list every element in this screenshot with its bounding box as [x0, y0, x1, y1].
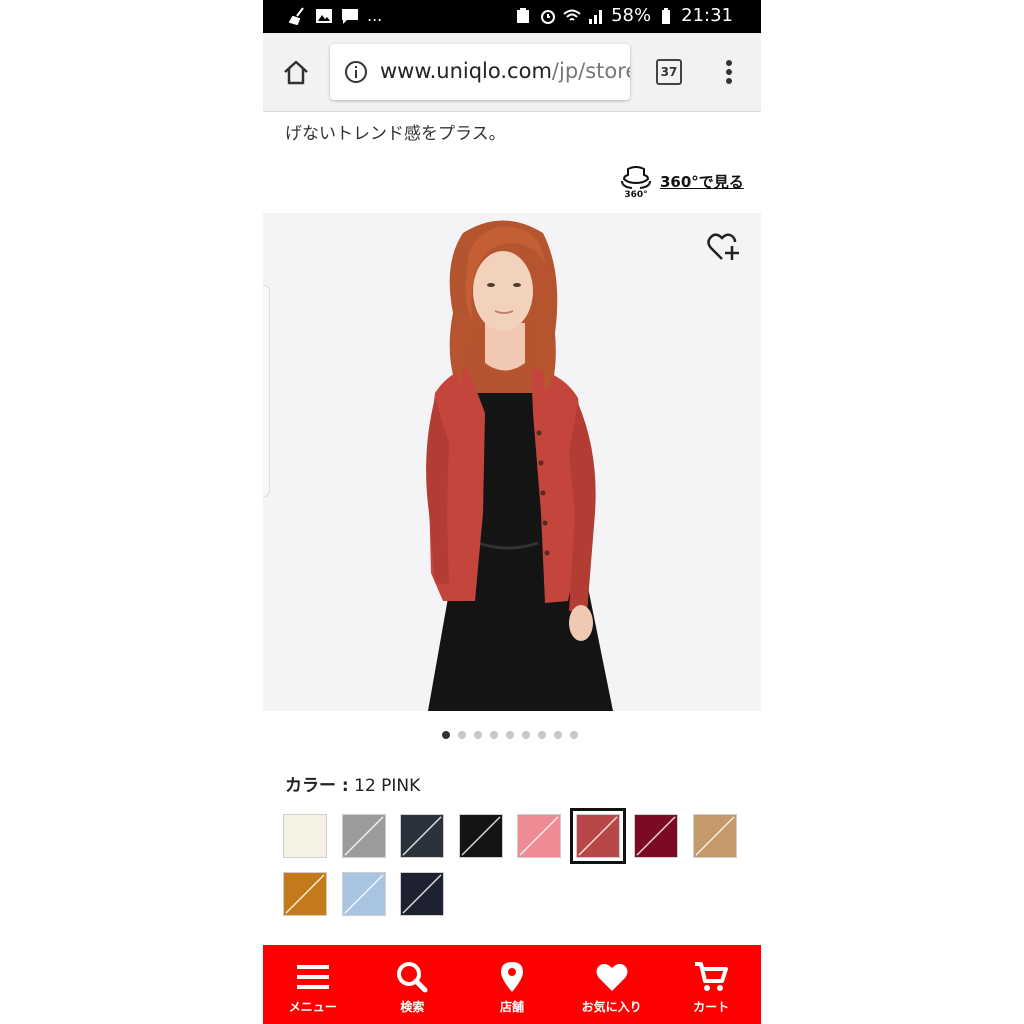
- color-swatch[interactable]: [341, 814, 386, 858]
- swatch-slash: [402, 874, 442, 914]
- nav-menu-label: メニュー: [288, 1000, 337, 1014]
- nav-search-label: 検索: [400, 1000, 425, 1014]
- gallery-dot[interactable]: [570, 731, 578, 739]
- url-domain: www.uniqlo.com: [380, 59, 552, 83]
- view-360-link[interactable]: 360° 360°で見る: [618, 163, 744, 199]
- nav-cart[interactable]: カート: [661, 945, 761, 1024]
- gallery-dot[interactable]: [490, 731, 498, 739]
- status-bar: ... 58% 21:31: [263, 0, 761, 33]
- message-icon: [342, 8, 358, 24]
- alarm-icon: [541, 9, 556, 24]
- nav-search[interactable]: 検索: [363, 945, 463, 1024]
- nav-stores-label: 店舗: [499, 1000, 524, 1014]
- color-swatch[interactable]: [458, 814, 503, 858]
- location-pin-icon: [500, 962, 523, 992]
- swatch-slash: [402, 816, 442, 856]
- gallery-dot[interactable]: [506, 731, 514, 739]
- color-swatch[interactable]: [692, 814, 737, 858]
- color-label-title: カラー :: [285, 776, 349, 796]
- gallery-dot[interactable]: [522, 731, 530, 739]
- color-swatch-selected[interactable]: [569, 808, 626, 864]
- gallery-dot[interactable]: [538, 731, 546, 739]
- color-swatch[interactable]: [283, 872, 327, 916]
- gallery-dot[interactable]: [474, 731, 482, 739]
- gallery-dot[interactable]: [442, 731, 450, 739]
- color-swatch[interactable]: [517, 814, 561, 858]
- bottom-navigation: メニュー 検索 店舗 お気に入り カート: [263, 945, 761, 1024]
- color-label: カラー : 12 PINK: [285, 771, 420, 796]
- url-field[interactable]: www.uniqlo.com/jp/store: [330, 44, 630, 100]
- color-swatch[interactable]: [400, 872, 444, 916]
- battery-percent: 58%: [611, 5, 652, 26]
- battery-saver-icon: [517, 7, 530, 23]
- search-icon: [397, 962, 428, 993]
- swatch-slash: [460, 816, 501, 856]
- clock: 21:31: [681, 5, 733, 26]
- heart-icon: [596, 963, 628, 991]
- color-swatch[interactable]: [283, 814, 327, 858]
- rotate-360-icon-text: 360°: [624, 190, 647, 199]
- url-text: www.uniqlo.com/jp/store: [380, 59, 630, 83]
- image-icon: [316, 8, 332, 23]
- info-icon[interactable]: [344, 60, 368, 84]
- menu-icon: [296, 965, 329, 989]
- gallery-dot[interactable]: [458, 731, 466, 739]
- tab-switcher-button[interactable]: 37: [656, 59, 682, 85]
- swatch-slash: [519, 816, 559, 856]
- nav-menu[interactable]: メニュー: [263, 945, 363, 1024]
- color-swatch[interactable]: [400, 814, 444, 858]
- color-swatch[interactable]: [341, 872, 386, 916]
- browser-toolbar: www.uniqlo.com/jp/store 37: [263, 33, 761, 112]
- battery-icon: [662, 7, 671, 24]
- url-path: /jp/store: [551, 59, 630, 83]
- side-edge-handle[interactable]: [263, 285, 270, 497]
- nav-cart-label: カート: [693, 1000, 730, 1014]
- home-icon[interactable]: [281, 57, 311, 87]
- add-favorite-icon[interactable]: [707, 231, 741, 263]
- gallery-dot[interactable]: [554, 731, 562, 739]
- swatch-slash: [343, 874, 384, 914]
- model-photo: [426, 220, 613, 711]
- wifi-icon: [563, 9, 581, 21]
- status-right: 58% 21:31: [515, 5, 733, 26]
- gallery-pagination: [442, 731, 578, 739]
- nav-favorites[interactable]: お気に入り: [562, 945, 662, 1024]
- rotate-360-icon: 360°: [621, 166, 651, 199]
- status-left: ...: [289, 6, 382, 25]
- swatch-slash: [694, 816, 735, 856]
- overflow-menu-icon[interactable]: [721, 57, 737, 87]
- nav-stores[interactable]: 店舗: [462, 945, 562, 1024]
- cart-icon: [695, 962, 729, 991]
- product-description: げないトレンド感をプラス。: [285, 124, 506, 144]
- nav-favorites-label: お気に入り: [581, 1000, 642, 1014]
- color-swatch[interactable]: [634, 814, 678, 858]
- phone-screen: ... 58% 21:31 www.uniqlo.com/jp/store 37…: [263, 0, 761, 1024]
- product-image[interactable]: [263, 213, 761, 711]
- view-360-label: 360°で見る: [660, 172, 744, 191]
- swatch-slash: [343, 816, 384, 856]
- swatch-slash: [285, 874, 325, 914]
- swatch-slash: [577, 816, 618, 856]
- color-value: 12 PINK: [354, 776, 421, 796]
- swatch-slash: [636, 816, 676, 856]
- broom-icon: [289, 6, 304, 25]
- signal-icon: [589, 9, 603, 24]
- status-more: ...: [367, 6, 383, 25]
